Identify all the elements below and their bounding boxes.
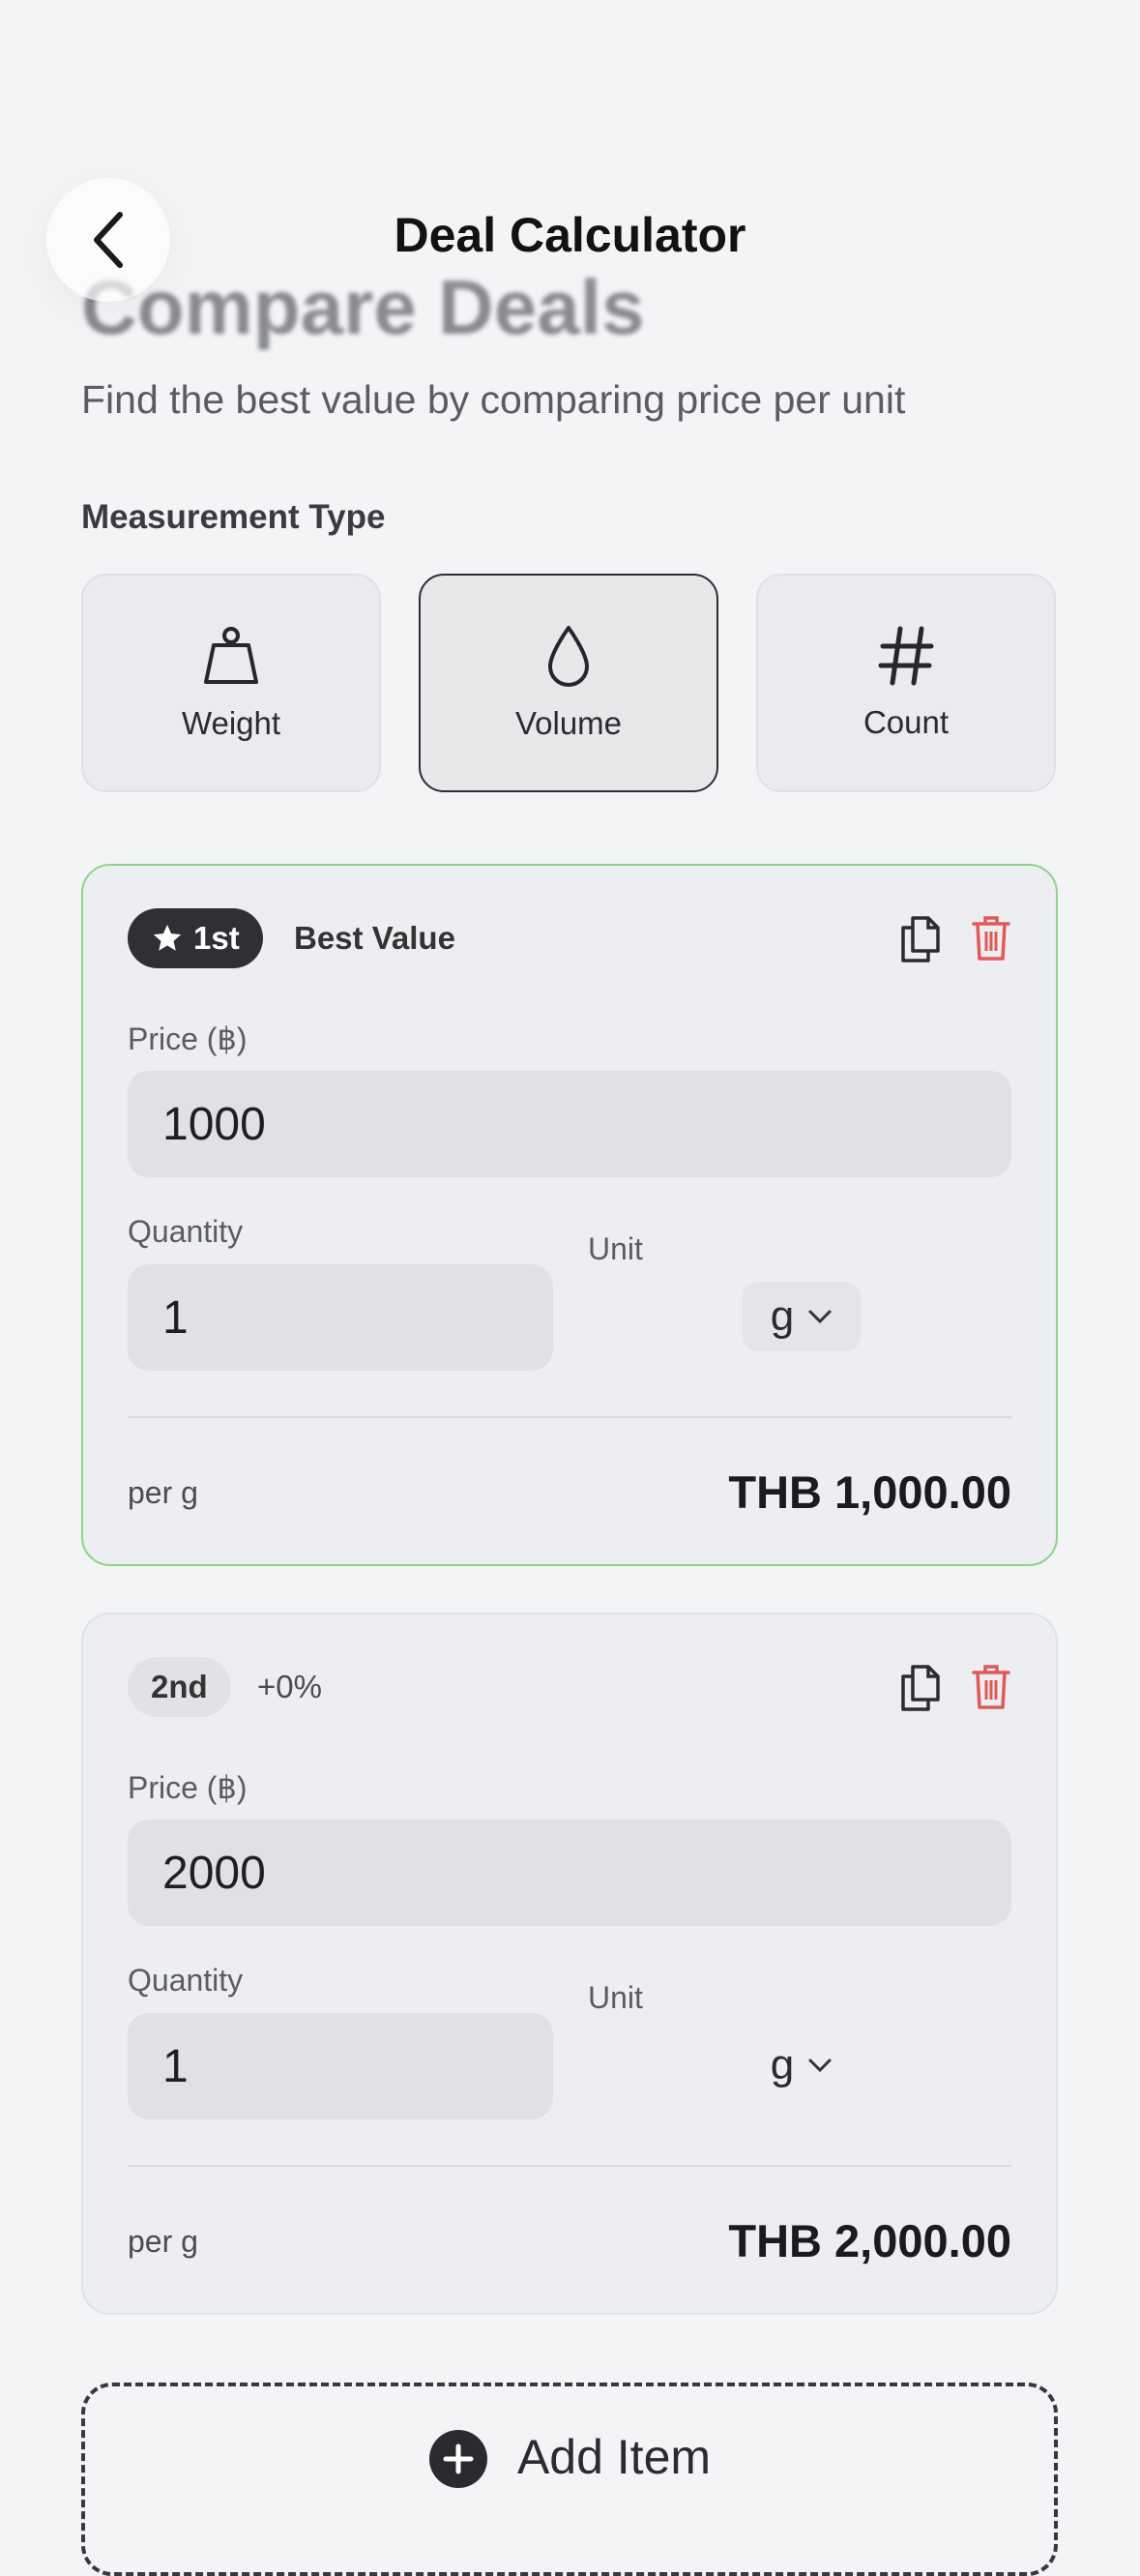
- unit-value: g: [770, 2041, 795, 2088]
- unit-select[interactable]: g: [743, 1282, 861, 1351]
- trash-icon[interactable]: [971, 1663, 1011, 1711]
- copy-icon[interactable]: [899, 914, 942, 964]
- unit-select[interactable]: g: [743, 2030, 861, 2100]
- chevron-down-icon: [808, 1310, 832, 1324]
- page-heading: Compare Deals: [81, 264, 645, 350]
- rank-badge: 1st: [128, 908, 263, 968]
- measurement-type-label: Measurement Type: [81, 498, 386, 536]
- measurement-option-label: Volume: [514, 705, 623, 741]
- rank-text: 1st: [193, 920, 240, 956]
- quantity-label: Quantity: [128, 1214, 244, 1249]
- divider: [128, 2165, 1011, 2167]
- status-indicators: 100: [847, 64, 1058, 101]
- copy-icon[interactable]: [899, 1663, 942, 1713]
- measurement-option-count[interactable]: Count: [756, 574, 1056, 792]
- weight-icon: [204, 627, 258, 684]
- per-unit-price: THB 1,000.00: [728, 1466, 1011, 1518]
- measurement-option-label: Count: [862, 704, 950, 740]
- quantity-input[interactable]: 1: [128, 2013, 553, 2119]
- signal-icon: [847, 65, 901, 100]
- per-unit-price: THB 2,000.00: [728, 2215, 1011, 2266]
- price-label: Price (฿): [128, 1770, 248, 1805]
- star-icon: [153, 924, 182, 951]
- price-label: Price (฿): [128, 1022, 248, 1056]
- percent-difference: +0%: [257, 1669, 322, 1704]
- unit-value: g: [770, 1292, 795, 1340]
- quantity-input[interactable]: 1: [128, 1264, 553, 1371]
- per-unit-label: per g: [128, 2224, 198, 2259]
- page-subtitle: Find the best value by comparing price p…: [81, 377, 906, 422]
- best-value-label: Best Value: [294, 920, 455, 956]
- plus-circle-icon: [428, 2430, 487, 2488]
- status-time: 9:03: [99, 56, 248, 112]
- battery-indicator: 100: [986, 64, 1058, 101]
- wifi-icon: [921, 65, 968, 98]
- per-unit-label: per g: [128, 1475, 198, 1510]
- deal-item-card: 1st Best Value Price (฿) 1000 Quantity 1…: [81, 864, 1058, 1566]
- deal-item-card: 2nd +0% Price (฿) 2000 Quantity 1 Unit g…: [81, 1613, 1058, 2315]
- chevron-down-icon: [808, 2058, 832, 2073]
- quantity-label: Quantity: [128, 1963, 244, 1998]
- unit-label: Unit: [588, 1980, 643, 2015]
- measurement-option-volume[interactable]: Volume: [419, 574, 718, 792]
- price-input[interactable]: 1000: [128, 1071, 1011, 1177]
- heart-icon: [209, 68, 246, 102]
- divider: [128, 1416, 1011, 1418]
- measurement-option-label: Weight: [181, 705, 281, 741]
- unit-label: Unit: [588, 1231, 643, 1266]
- price-input[interactable]: 2000: [128, 1820, 1011, 1926]
- measurement-option-weight[interactable]: Weight: [81, 574, 381, 792]
- add-item-button[interactable]: Add Item: [81, 2383, 1058, 2576]
- drop-icon: [548, 626, 589, 687]
- time-text: 9:03: [99, 57, 194, 111]
- add-item-label: Add Item: [516, 2430, 712, 2484]
- rank-badge: 2nd: [128, 1657, 231, 1717]
- trash-icon[interactable]: [971, 914, 1011, 962]
- nav-title: Deal Calculator: [394, 208, 746, 262]
- rank-text: 2nd: [151, 1669, 208, 1704]
- hash-icon: [878, 626, 934, 686]
